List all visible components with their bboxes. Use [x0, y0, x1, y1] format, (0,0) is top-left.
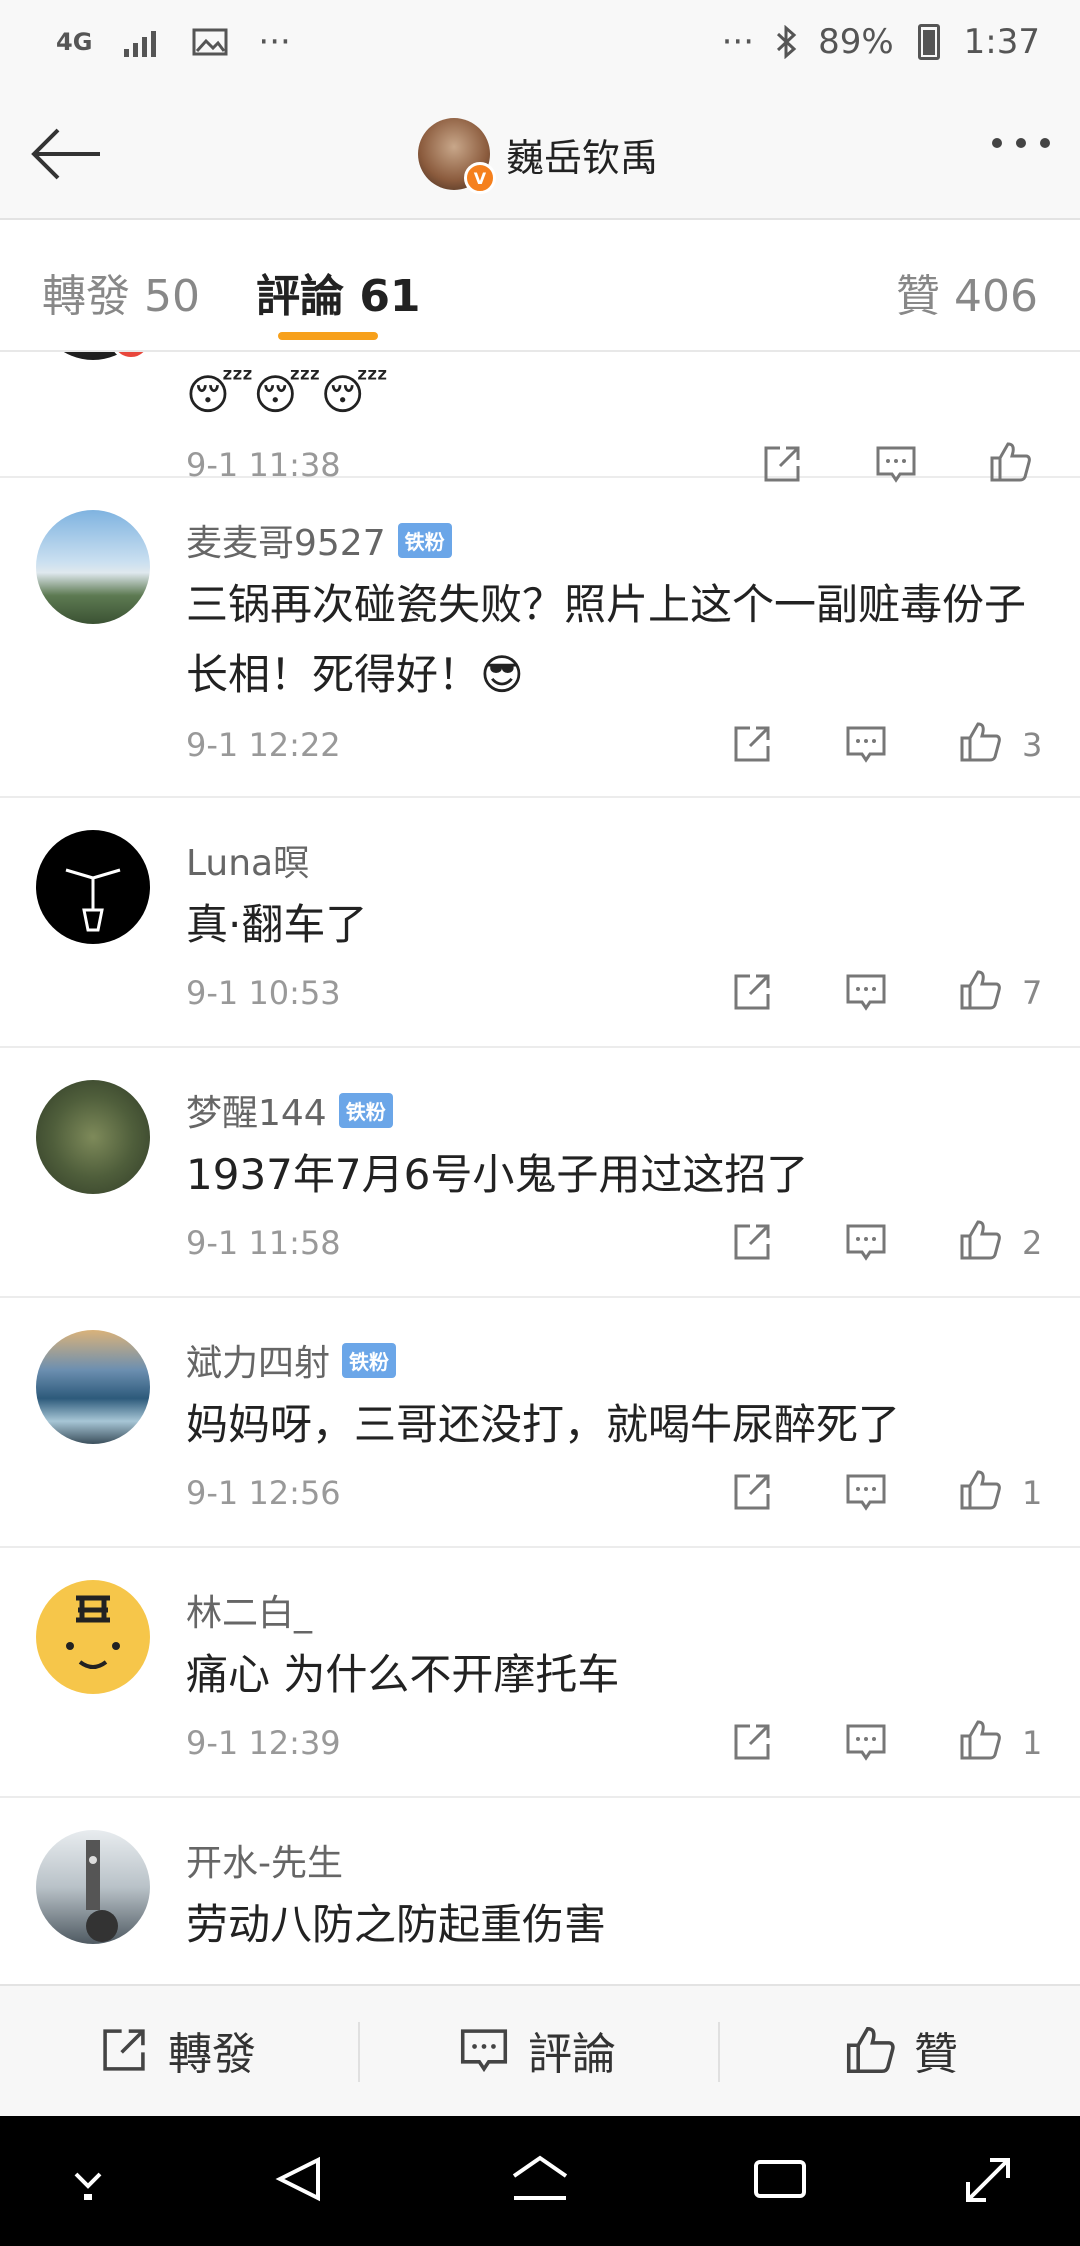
- avatar[interactable]: [36, 510, 150, 624]
- repost-icon[interactable]: [730, 1720, 774, 1764]
- comment-button[interactable]: 評論: [458, 2018, 616, 2082]
- repost-label: 轉發: [168, 2029, 256, 2080]
- tab-repost[interactable]: 轉發 50: [42, 260, 200, 324]
- repost-icon: [103, 2029, 145, 2071]
- verified-icon: V: [464, 162, 496, 194]
- comment-icon[interactable]: [844, 1470, 888, 1514]
- comment-item: 梦醒144 铁粉 1937年7月6号小鬼子用过这招了 9-1 11:58 2: [0, 1048, 1080, 1298]
- like-label: 贊: [914, 2029, 958, 2080]
- comment-item: Luna暝 真·翻车了 9-1 10:53 7: [0, 798, 1080, 1048]
- commenter-name[interactable]: Luna暝: [186, 834, 309, 886]
- comment-item: 林二白_ 痛心 为什么不开摩托车 9-1 12:39 1: [0, 1548, 1080, 1798]
- avatar[interactable]: [36, 1080, 150, 1194]
- comment-item: ★ 😴😴😴 9-1 11:38: [0, 352, 1080, 484]
- comment-time: 9-1 10:53: [186, 974, 341, 1012]
- like-icon: [846, 2026, 895, 2074]
- back-arrow-icon[interactable]: [28, 122, 104, 186]
- commenter-name[interactable]: 梦醒144 铁粉: [186, 1084, 393, 1136]
- repost-icon[interactable]: [730, 970, 774, 1014]
- commenter-name[interactable]: 开水-先生: [186, 1834, 343, 1886]
- comment-text: 劳动八防之防起重伤害: [186, 1900, 607, 1949]
- comment-item: 开水-先生 劳动八防之防起重伤害: [0, 1798, 1080, 1982]
- rotate-screen-icon[interactable]: [962, 2154, 1014, 2206]
- bottom-action-bar: 轉發 評論 贊: [0, 1984, 1080, 2118]
- repost-icon[interactable]: [730, 1470, 774, 1514]
- comment-time: 9-1 11:58: [186, 1224, 341, 1262]
- like-count: 7: [1022, 974, 1043, 1012]
- commenter-name[interactable]: 麦麦哥9527 铁粉: [186, 514, 452, 566]
- battery-percentage: 89%: [818, 22, 894, 62]
- divider: [358, 2022, 360, 2082]
- comment-text: 1937年7月6号小鬼子用过这招了: [186, 1150, 809, 1199]
- battery-icon: [917, 24, 940, 60]
- repost-icon[interactable]: [730, 722, 774, 766]
- like-icon[interactable]: [958, 720, 1002, 764]
- clock: 1:37: [963, 22, 1040, 62]
- like-count: 3: [1022, 726, 1043, 764]
- commenter-name[interactable]: 林二白_: [186, 1584, 312, 1636]
- recent-apps-icon[interactable]: [752, 2154, 808, 2204]
- avatar[interactable]: V: [418, 118, 496, 194]
- divider: [718, 2022, 720, 2082]
- comment-label: 評論: [528, 2029, 616, 2080]
- comment-icon[interactable]: [844, 1220, 888, 1264]
- like-icon[interactable]: [958, 1218, 1002, 1262]
- like-icon[interactable]: [958, 968, 1002, 1012]
- network-indicator: 4G: [56, 28, 93, 56]
- top-nav-bar: V 巍岳钦禹: [0, 90, 1080, 220]
- fan-badge: 铁粉: [338, 1092, 393, 1128]
- tab-bar: 轉發 50 評論 61 贊 406: [0, 220, 1080, 352]
- system-nav-bar: [0, 2116, 1080, 2246]
- more-status-icon: ···: [721, 22, 755, 62]
- comment-text: 痛心 为什么不开摩托车: [186, 1650, 620, 1699]
- avatar[interactable]: [36, 1330, 150, 1444]
- tab-likes[interactable]: 贊 406: [896, 260, 1038, 324]
- status-bar: 4G ··· ··· 89% 1:37: [0, 0, 1080, 90]
- comment-icon[interactable]: [844, 970, 888, 1014]
- like-count: 1: [1022, 1724, 1043, 1762]
- like-count: 2: [1022, 1224, 1043, 1262]
- avatar[interactable]: [36, 1580, 150, 1694]
- comment-text: 😴😴😴: [186, 370, 389, 419]
- comment-time: 9-1 12:22: [186, 726, 341, 764]
- comment-list[interactable]: ★ 😴😴😴 9-1 11:38 麦麦哥9527铁粉 三锅再次碰瓷失败？照片上这个…: [0, 352, 1080, 1982]
- bluetooth-icon: [777, 25, 797, 59]
- profile-header[interactable]: V 巍岳钦禹: [418, 118, 659, 194]
- comment-icon: [460, 2029, 508, 2073]
- active-tab-indicator: [278, 332, 378, 340]
- more-options-icon[interactable]: [992, 138, 1050, 148]
- comment-time: 9-1 12:56: [186, 1474, 341, 1512]
- commenter-name[interactable]: 斌力四射 铁粉: [186, 1334, 397, 1386]
- comment-icon[interactable]: [844, 722, 888, 766]
- gallery-icon: [192, 28, 228, 56]
- comment-text: 妈妈呀，三哥还没打，就喝牛尿醉死了: [186, 1400, 901, 1449]
- comment-time: 9-1 12:39: [186, 1724, 341, 1762]
- status-right: ··· 89% 1:37: [722, 22, 1040, 62]
- home-icon[interactable]: [510, 2154, 570, 2204]
- repost-icon[interactable]: [730, 1220, 774, 1264]
- signal-icon: [124, 31, 157, 57]
- repost-button[interactable]: 轉發: [98, 2018, 256, 2082]
- page-title: 巍岳钦禹: [506, 135, 659, 180]
- avatar[interactable]: [36, 1830, 150, 1944]
- fan-badge: 铁粉: [342, 1342, 397, 1378]
- comment-text: 真·翻车了: [186, 900, 368, 949]
- comment-item: 麦麦哥9527 铁粉 三锅再次碰瓷失败？照片上这个一副赃毒份子长相！死得好！😎 9…: [0, 478, 1080, 798]
- hide-keyboard-icon[interactable]: [66, 2154, 110, 2204]
- status-left: 4G ···: [56, 22, 291, 62]
- comment-text: 三锅再次碰瓷失败？照片上这个一副赃毒份子长相！死得好！😎: [186, 580, 1027, 699]
- back-icon[interactable]: [274, 2154, 324, 2204]
- tab-comments[interactable]: 評論 61: [256, 260, 421, 324]
- fan-badge: 铁粉: [397, 522, 452, 558]
- commenter-badge-icon: ★: [110, 352, 152, 360]
- like-icon[interactable]: [958, 1468, 1002, 1512]
- avatar[interactable]: [36, 830, 150, 944]
- like-count: 1: [1022, 1474, 1043, 1512]
- comment-item: 斌力四射 铁粉 妈妈呀，三哥还没打，就喝牛尿醉死了 9-1 12:56 1: [0, 1298, 1080, 1548]
- like-icon[interactable]: [958, 1718, 1002, 1762]
- like-button[interactable]: 贊: [844, 2018, 958, 2082]
- comment-icon[interactable]: [844, 1720, 888, 1764]
- more-notifications-icon: ···: [258, 22, 291, 62]
